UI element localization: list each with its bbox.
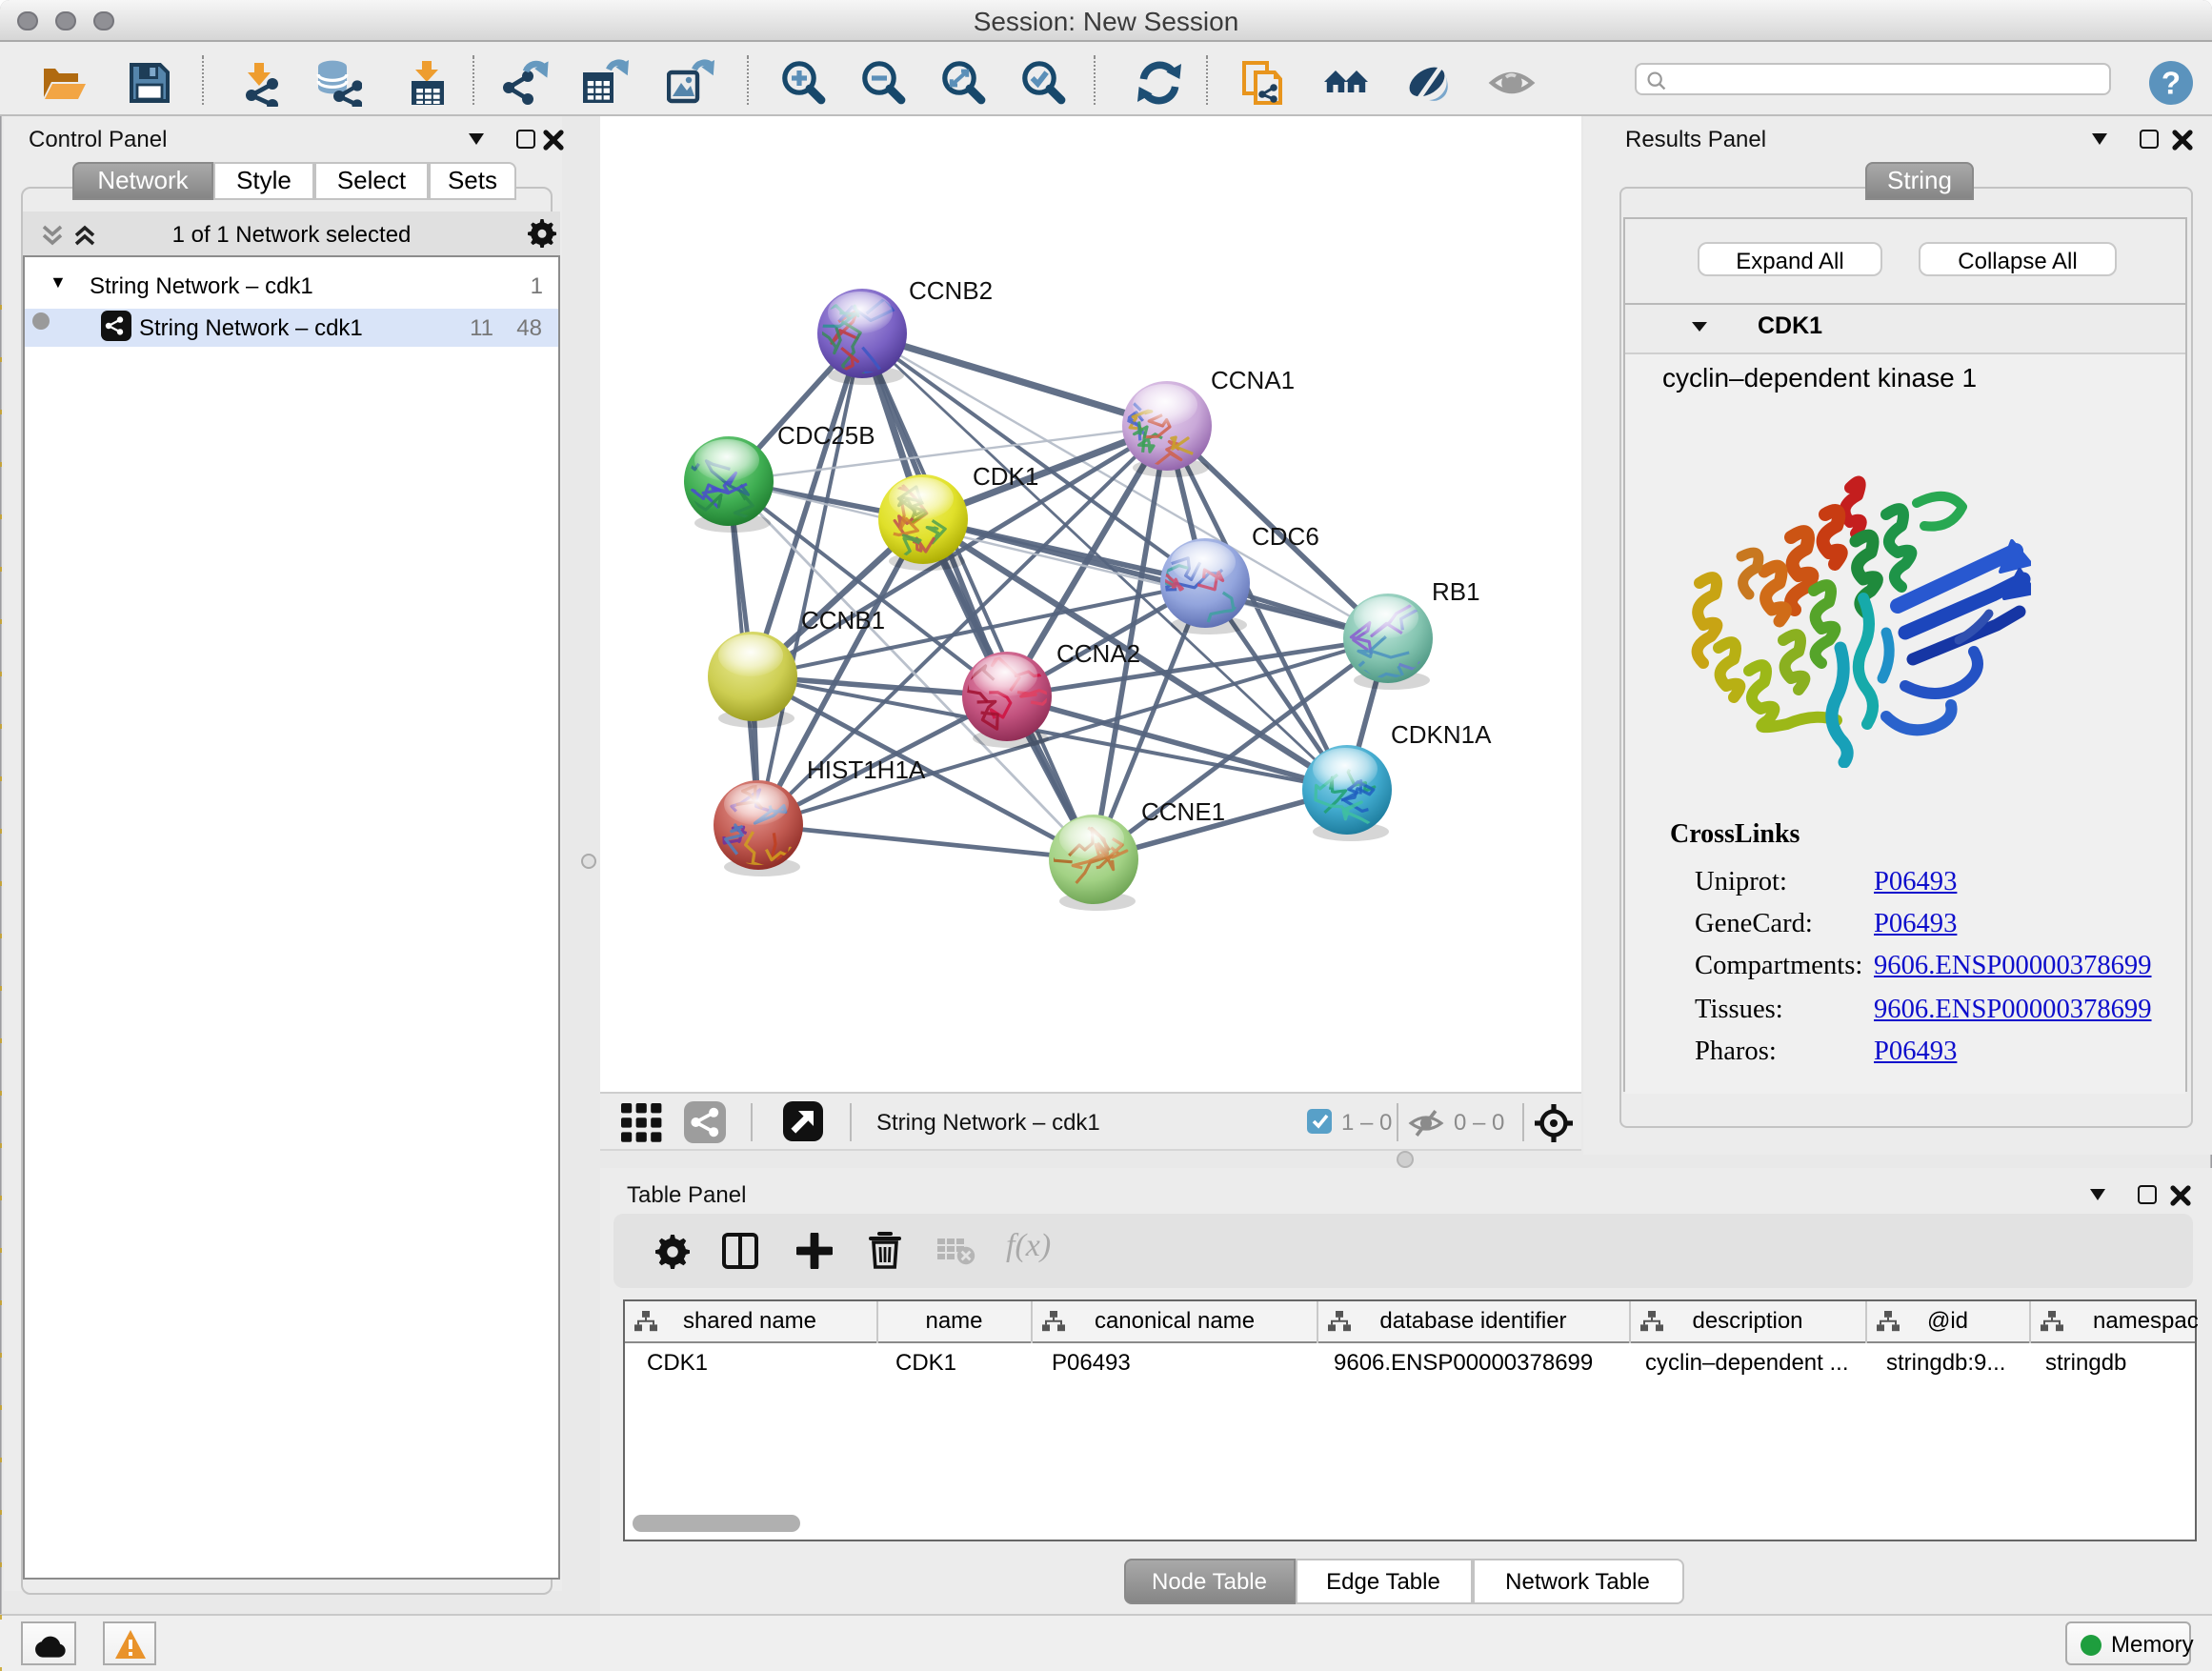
- svg-text:CCNB1: CCNB1: [801, 606, 885, 634]
- svg-text:HIST1H1A: HIST1H1A: [807, 755, 926, 784]
- svg-text:CDKN1A: CDKN1A: [1391, 720, 1492, 749]
- svg-text:CCNA1: CCNA1: [1211, 366, 1295, 394]
- svg-text:CCNA2: CCNA2: [1056, 639, 1140, 668]
- svg-text:?: ?: [2161, 64, 2180, 99]
- svg-text:CDC25B: CDC25B: [777, 421, 875, 450]
- svg-text:RB1: RB1: [1432, 577, 1480, 606]
- svg-text:CCNB2: CCNB2: [909, 276, 993, 305]
- svg-text:CDC6: CDC6: [1252, 522, 1319, 551]
- svg-text:CDK1: CDK1: [973, 462, 1038, 491]
- svg-text:CCNE1: CCNE1: [1141, 797, 1225, 826]
